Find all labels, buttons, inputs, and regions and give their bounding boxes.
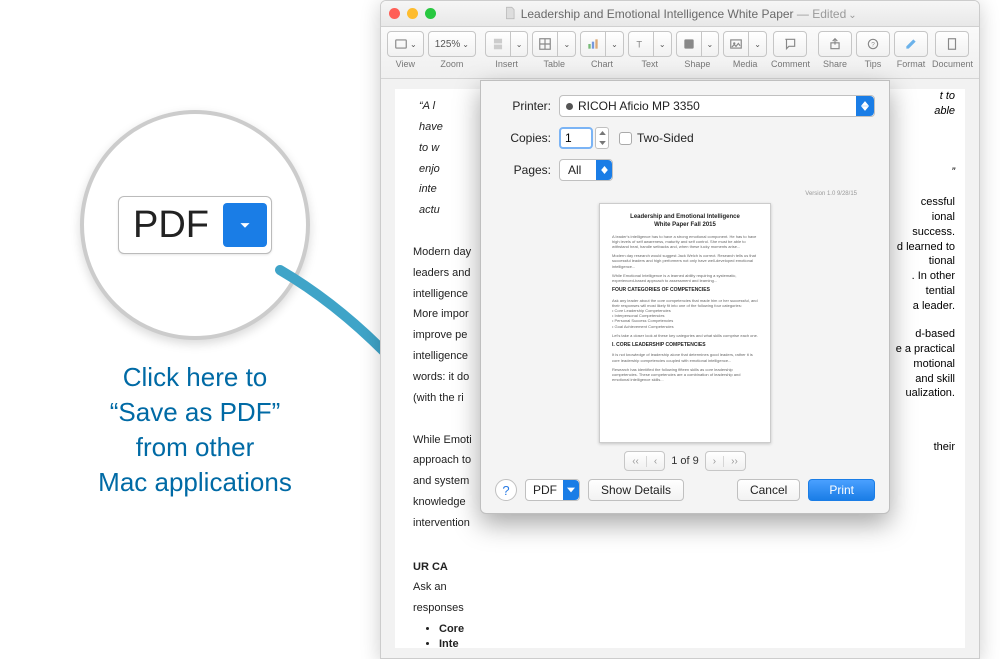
show-details-button[interactable]: Show Details bbox=[588, 479, 684, 501]
list-item: Inte bbox=[439, 637, 947, 648]
toolbar-label: Comment bbox=[771, 59, 810, 69]
share-icon bbox=[828, 37, 842, 51]
chart-icon bbox=[586, 37, 600, 51]
callout-magnifier: PDF bbox=[80, 110, 310, 340]
preview-version: Version 1.0 9/28/15 bbox=[495, 191, 857, 197]
print-preview: Leadership and Emotional IntelligenceWhi… bbox=[590, 203, 780, 443]
cancel-button[interactable]: Cancel bbox=[737, 479, 800, 501]
share-button[interactable] bbox=[818, 31, 852, 57]
toolbar-label: Table bbox=[544, 59, 566, 69]
callout-pdf-label: PDF bbox=[133, 204, 223, 247]
chevron-down-icon bbox=[223, 203, 267, 247]
preview-page: Leadership and Emotional IntelligenceWhi… bbox=[599, 203, 771, 443]
chevron-updown-icon bbox=[596, 160, 612, 180]
media-icon bbox=[729, 37, 743, 51]
table-button[interactable]: ⌄ bbox=[532, 31, 576, 57]
pdf-dropdown[interactable]: PDF bbox=[525, 479, 580, 501]
table-icon bbox=[538, 37, 552, 51]
two-sided-checkbox[interactable] bbox=[619, 132, 632, 145]
chart-button[interactable]: ⌄ bbox=[580, 31, 624, 57]
view-button[interactable]: ⌄ bbox=[387, 31, 424, 57]
comment-button[interactable] bbox=[773, 31, 807, 57]
two-sided-label: Two-Sided bbox=[637, 131, 694, 145]
window-title: Leadership and Emotional Intelligence Wh… bbox=[381, 6, 979, 21]
comment-icon bbox=[783, 37, 797, 51]
page-navigation: ‹‹‹ 1 of 9 ››› bbox=[495, 451, 875, 471]
page-counter: 1 of 9 bbox=[671, 455, 699, 467]
toolbar-label: View bbox=[396, 59, 415, 69]
copies-stepper[interactable] bbox=[595, 127, 609, 149]
pages-label: Pages: bbox=[495, 163, 551, 177]
tips-icon: ? bbox=[866, 37, 880, 51]
svg-text:T: T bbox=[636, 40, 642, 50]
copies-input[interactable] bbox=[559, 127, 593, 149]
next-page-buttons[interactable]: ››› bbox=[705, 451, 746, 471]
document-icon bbox=[503, 6, 517, 20]
toolbar-label: Document bbox=[932, 59, 973, 69]
toolbar-label: Insert bbox=[495, 59, 518, 69]
list-item: Core bbox=[439, 622, 947, 637]
print-dialog: Printer: RICOH Aficio MP 3350 Copies: Tw… bbox=[480, 80, 890, 514]
pages-select[interactable]: All bbox=[559, 159, 613, 181]
chevron-down-icon bbox=[563, 480, 579, 500]
printer-select[interactable]: RICOH Aficio MP 3350 bbox=[559, 95, 875, 117]
copies-label: Copies: bbox=[495, 131, 551, 145]
shape-button[interactable]: ⌄ bbox=[676, 31, 720, 57]
callout-instruction-text: Click here to “Save as PDF” from other M… bbox=[50, 360, 340, 500]
titlebar[interactable]: Leadership and Emotional Intelligence Wh… bbox=[381, 1, 979, 27]
chevron-updown-icon bbox=[856, 96, 874, 116]
pages-value: All bbox=[568, 163, 581, 177]
toolbar-label: Media bbox=[733, 59, 758, 69]
printer-value: RICOH Aficio MP 3350 bbox=[578, 99, 700, 113]
pdf-label: PDF bbox=[533, 483, 557, 497]
toolbar: ⌄ View 125%⌄ Zoom ⌄ Insert ⌄ Table ⌄ Cha… bbox=[381, 27, 979, 79]
toolbar-label: Share bbox=[823, 59, 847, 69]
document-icon bbox=[945, 37, 959, 51]
shape-icon bbox=[682, 37, 696, 51]
toolbar-label: Text bbox=[641, 59, 658, 69]
document-button[interactable] bbox=[935, 31, 969, 57]
toolbar-label: Format bbox=[897, 59, 926, 69]
toolbar-label: Shape bbox=[684, 59, 710, 69]
help-button[interactable]: ? bbox=[495, 479, 517, 501]
prev-page-buttons[interactable]: ‹‹‹ bbox=[624, 451, 665, 471]
printer-status-icon bbox=[566, 103, 573, 110]
svg-text:?: ? bbox=[871, 41, 875, 48]
insert-button[interactable]: ⌄ bbox=[485, 31, 529, 57]
text-icon: T bbox=[634, 37, 648, 51]
print-button[interactable]: Print bbox=[808, 479, 875, 501]
tips-button[interactable]: ? bbox=[856, 31, 890, 57]
format-button[interactable] bbox=[894, 31, 928, 57]
callout-pdf-button: PDF bbox=[118, 196, 272, 254]
toolbar-label: Chart bbox=[591, 59, 613, 69]
callout-annotation: PDF Click here to “Save as PDF” from oth… bbox=[50, 110, 340, 500]
toolbar-label: Tips bbox=[865, 59, 882, 69]
format-icon bbox=[904, 37, 918, 51]
zoom-select[interactable]: 125%⌄ bbox=[428, 31, 476, 57]
printer-label: Printer: bbox=[495, 99, 551, 113]
media-button[interactable]: ⌄ bbox=[723, 31, 767, 57]
text-button[interactable]: T⌄ bbox=[628, 31, 672, 57]
toolbar-label: Zoom bbox=[440, 59, 463, 69]
view-icon bbox=[394, 37, 408, 51]
page-break-icon bbox=[491, 37, 505, 51]
